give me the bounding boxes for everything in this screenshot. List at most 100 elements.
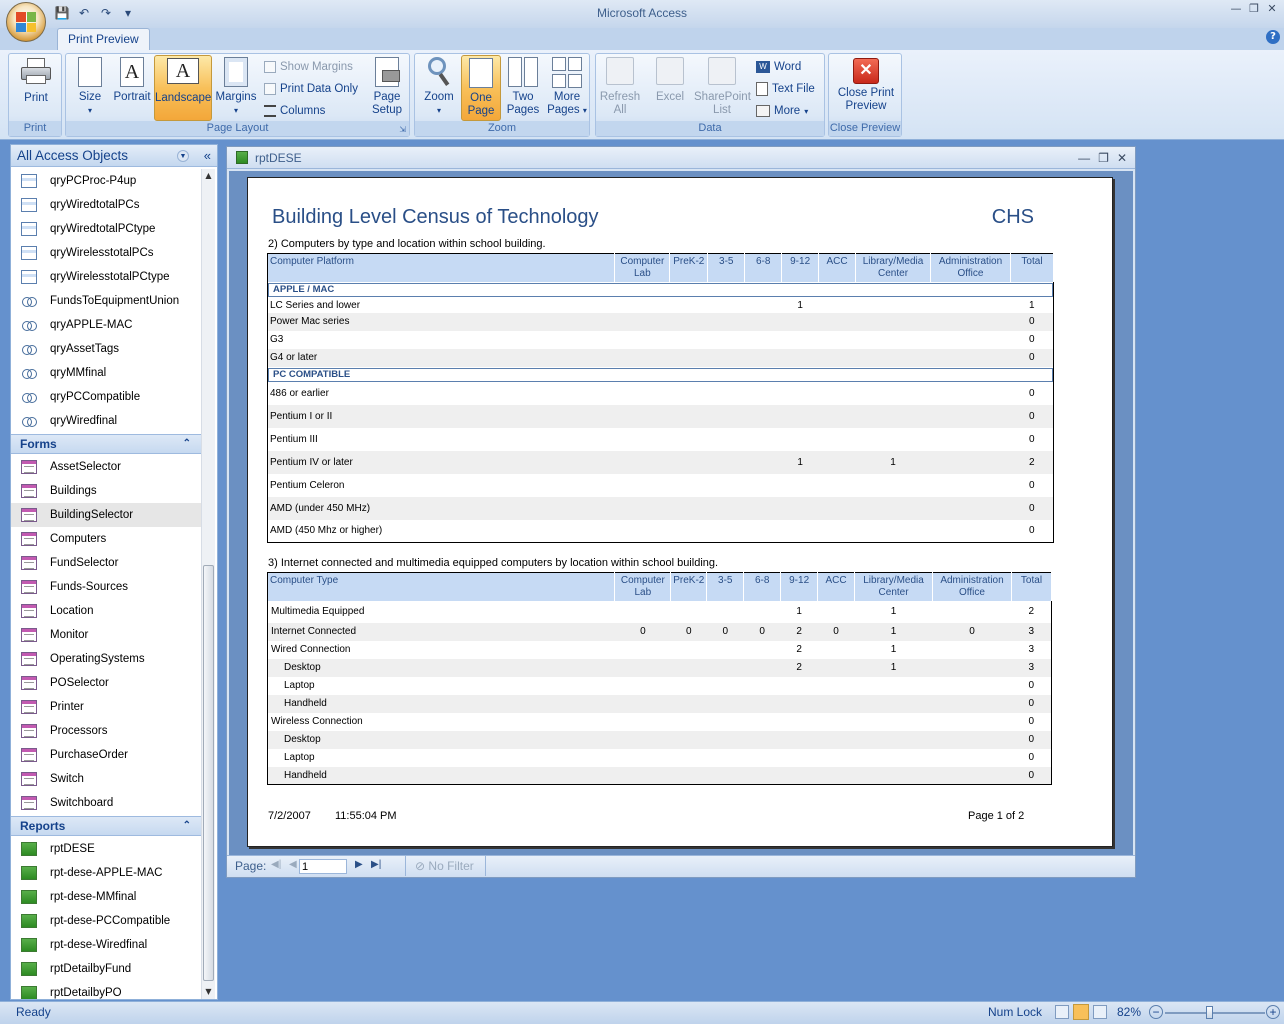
nav-item-form[interactable]: Monitor bbox=[11, 623, 201, 647]
last-page-icon[interactable]: ▶| bbox=[371, 859, 381, 870]
nav-item-form[interactable]: Funds-Sources bbox=[11, 575, 201, 599]
columns-button[interactable]: Columns bbox=[264, 102, 325, 120]
union-query-icon bbox=[21, 318, 37, 332]
nav-item-query[interactable]: qryWiredtotalPCtype bbox=[11, 217, 201, 241]
table-cell bbox=[615, 641, 671, 659]
print-button[interactable]: Print bbox=[13, 55, 59, 121]
shutter-bar-close-icon[interactable]: « bbox=[204, 145, 211, 167]
nav-item-query[interactable]: qryMMfinal bbox=[11, 361, 201, 385]
no-filter-button[interactable]: ⊘ No Filter bbox=[415, 859, 474, 873]
nav-item-form[interactable]: Switchboard bbox=[11, 791, 201, 815]
nav-item-report[interactable]: rptDESE bbox=[11, 837, 201, 861]
margins-button[interactable]: Margins ▾ bbox=[214, 55, 258, 121]
report-page: Building Level Census of Technology CHS … bbox=[247, 177, 1113, 847]
nav-item-form[interactable]: Processors bbox=[11, 719, 201, 743]
excel-button[interactable]: Excel bbox=[648, 55, 692, 121]
table-cell bbox=[819, 520, 856, 543]
one-page-button[interactable]: One Page bbox=[461, 55, 501, 121]
refresh-all-button[interactable]: Refresh All bbox=[598, 55, 642, 121]
layout-view-icon[interactable] bbox=[1093, 1005, 1107, 1019]
zoom-slider-thumb[interactable] bbox=[1206, 1006, 1213, 1019]
previous-page-icon[interactable]: ◀ bbox=[289, 859, 297, 870]
word-button[interactable]: W Word bbox=[756, 58, 801, 76]
zoom-in-icon[interactable]: + bbox=[1266, 1005, 1280, 1019]
nav-item-query[interactable]: qryWirelesstotalPCs bbox=[11, 241, 201, 265]
zoom-button[interactable]: Zoom ▾ bbox=[419, 55, 459, 121]
zoom-out-icon[interactable]: − bbox=[1149, 1005, 1163, 1019]
chevron-down-icon[interactable]: ▼ bbox=[177, 150, 189, 162]
restore-icon[interactable]: ❐ bbox=[1098, 147, 1109, 169]
table-cell bbox=[930, 312, 1011, 331]
nav-item-report[interactable]: rpt-dese-MMfinal bbox=[11, 885, 201, 909]
office-button[interactable] bbox=[6, 2, 46, 42]
nav-item-query[interactable]: qryAPPLE-MAC bbox=[11, 313, 201, 337]
nav-item-form[interactable]: Switch bbox=[11, 767, 201, 791]
two-pages-button[interactable]: Two Pages bbox=[503, 55, 543, 121]
scroll-down-icon[interactable]: ▼ bbox=[202, 985, 215, 999]
nav-item-query[interactable]: qryWirelesstotalPCtype bbox=[11, 265, 201, 289]
close-icon[interactable]: ✕ bbox=[1264, 2, 1280, 16]
nav-item-form[interactable]: FundSelector bbox=[11, 551, 201, 575]
nav-item-form[interactable]: OperatingSystems bbox=[11, 647, 201, 671]
table-cell bbox=[670, 331, 708, 349]
help-icon[interactable]: ? bbox=[1266, 30, 1280, 44]
close-icon[interactable]: ✕ bbox=[1117, 147, 1127, 169]
more-export-button[interactable]: More ▾ bbox=[756, 102, 808, 120]
nav-item-report[interactable]: rpt-dese-Wiredfinal bbox=[11, 933, 201, 957]
scroll-up-icon[interactable]: ▲ bbox=[202, 169, 215, 183]
nav-item-query[interactable]: qryWiredfinal bbox=[11, 409, 201, 433]
nav-item-form[interactable]: POSelector bbox=[11, 671, 201, 695]
nav-item-form[interactable]: Printer bbox=[11, 695, 201, 719]
more-pages-button[interactable]: More Pages ▾ bbox=[545, 55, 589, 121]
table-cell: 1 bbox=[890, 606, 897, 617]
nav-item-query[interactable]: qryWiredtotalPCs bbox=[11, 193, 201, 217]
collapse-section-icon[interactable]: ⌃ bbox=[183, 817, 191, 835]
nav-item-query[interactable]: qryPCProc-P4up bbox=[11, 169, 201, 193]
nav-header[interactable]: All Access Objects ▼ « bbox=[11, 145, 217, 167]
page-number-input[interactable] bbox=[299, 859, 347, 874]
dialog-launcher-icon[interactable]: ⇲ bbox=[399, 125, 406, 134]
nav-item-report[interactable]: rpt-dese-PCCompatible bbox=[11, 909, 201, 933]
nav-section-reports[interactable]: Reports ⌃ bbox=[11, 816, 201, 836]
print-preview-view-icon[interactable] bbox=[1073, 1004, 1089, 1020]
table-cell bbox=[614, 694, 671, 713]
zoom-slider[interactable] bbox=[1165, 1012, 1265, 1014]
close-print-preview-button[interactable]: ✕ Close Print Preview bbox=[831, 55, 901, 121]
nav-item-report[interactable]: rpt-dese-APPLE-MAC bbox=[11, 861, 201, 885]
portrait-button[interactable]: A Portrait bbox=[110, 55, 154, 121]
page-setup-button[interactable]: Page Setup bbox=[366, 55, 408, 121]
nav-item-query[interactable]: FundsToEquipmentUnion bbox=[11, 289, 201, 313]
restore-icon[interactable]: ❐ bbox=[1246, 2, 1262, 16]
nav-item-form[interactable]: Buildings bbox=[11, 479, 201, 503]
next-page-icon[interactable]: ▶ bbox=[355, 859, 363, 870]
nav-item-form[interactable]: PurchaseOrder bbox=[11, 743, 201, 767]
nav-scrollbar[interactable]: ▲ ▼ bbox=[201, 169, 215, 999]
print-data-only-checkbox[interactable]: Print Data Only bbox=[264, 80, 358, 98]
nav-item-query[interactable]: qryAssetTags bbox=[11, 337, 201, 361]
table-cell: 1 bbox=[1028, 299, 1035, 311]
row-label: Wireless Connection bbox=[271, 716, 363, 727]
table-cell bbox=[744, 713, 781, 731]
nav-section-forms[interactable]: Forms ⌃ bbox=[11, 434, 201, 454]
nav-item-form[interactable]: BuildingSelector bbox=[11, 503, 201, 527]
tab-print-preview[interactable]: Print Preview bbox=[57, 28, 150, 50]
landscape-button[interactable]: A Landscape bbox=[154, 55, 212, 121]
scroll-thumb[interactable] bbox=[203, 565, 214, 981]
first-page-icon[interactable]: ◀| bbox=[271, 859, 281, 870]
nav-item-report[interactable]: rptDetailbyFund bbox=[11, 957, 201, 981]
nav-item-form[interactable]: AssetSelector bbox=[11, 455, 201, 479]
size-button[interactable]: Size ▾ bbox=[72, 55, 108, 121]
collapse-section-icon[interactable]: ⌃ bbox=[183, 435, 191, 453]
nav-item-query[interactable]: qryPCCompatible bbox=[11, 385, 201, 409]
nav-item-report[interactable]: rptDetailbyPO bbox=[11, 981, 201, 999]
sharepoint-list-button[interactable]: SharePoint List bbox=[694, 55, 751, 121]
nav-item-form[interactable]: Computers bbox=[11, 527, 201, 551]
text-file-button[interactable]: Text File bbox=[756, 80, 815, 98]
column-header: Computer Type bbox=[267, 572, 616, 601]
report-view-icon[interactable] bbox=[1055, 1005, 1069, 1019]
nav-item-form[interactable]: Location bbox=[11, 599, 201, 623]
show-margins-checkbox[interactable]: Show Margins bbox=[264, 58, 353, 76]
minimize-icon[interactable]: — bbox=[1078, 147, 1090, 169]
minimize-icon[interactable]: — bbox=[1228, 2, 1244, 16]
table-cell bbox=[819, 331, 856, 349]
